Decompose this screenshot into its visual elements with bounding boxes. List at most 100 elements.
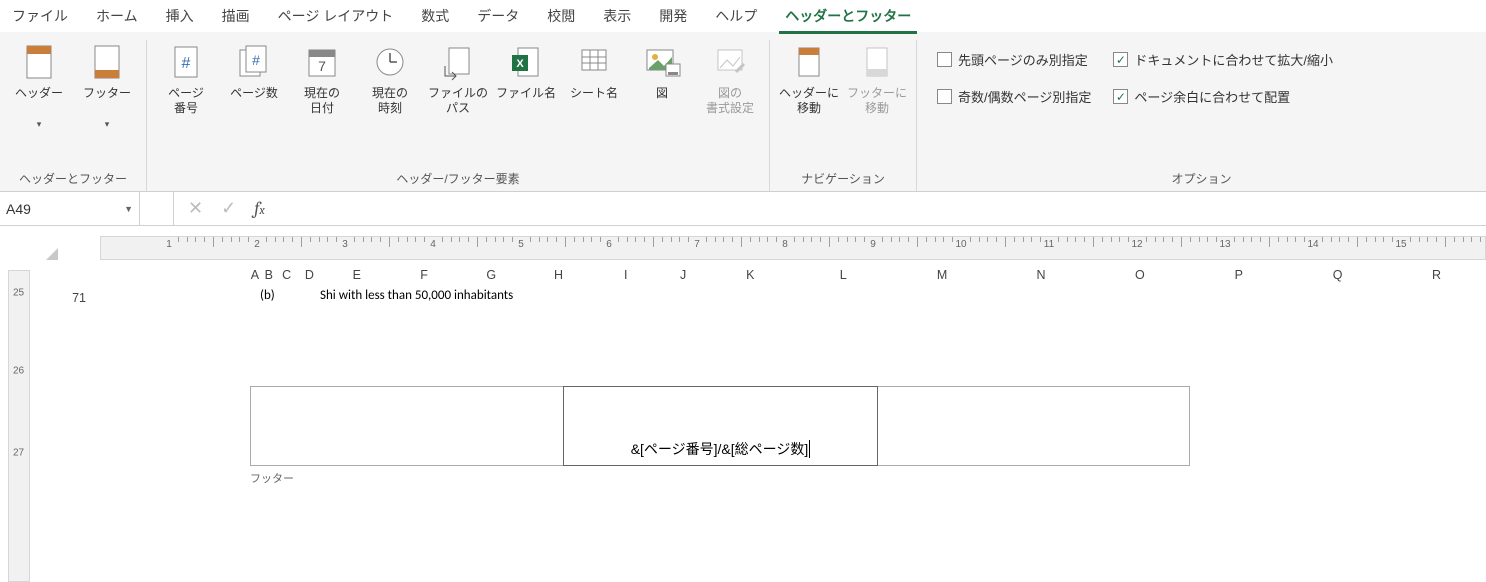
option-scale-with-doc[interactable]: ✓ ドキュメントに合わせて拡大/縮小: [1113, 50, 1333, 69]
select-all-button[interactable]: [34, 236, 58, 260]
tab-header-footer[interactable]: ヘッダーとフッター: [779, 2, 917, 30]
tab-page-layout[interactable]: ページ レイアウト: [272, 2, 400, 30]
column-header[interactable]: H: [525, 268, 592, 282]
footer-left-section[interactable]: [251, 387, 564, 465]
column-header[interactable]: Q: [1288, 268, 1387, 282]
ribbon-group-options: 先頭ページのみ別指定 ✓ ドキュメントに合わせて拡大/縮小 奇数/偶数ページ別指…: [917, 40, 1486, 191]
current-date-button[interactable]: 7 現在の 日付: [291, 40, 353, 118]
goto-header-button[interactable]: ヘッダーに 移動: [778, 40, 840, 118]
column-header[interactable]: F: [390, 268, 457, 282]
header-icon: [19, 42, 59, 82]
format-picture-icon: [710, 42, 750, 82]
svg-text:#: #: [182, 55, 191, 72]
worksheet-area[interactable]: 123456789101112131415 252627 ABCDEFGHIJK…: [0, 226, 1486, 582]
tab-home[interactable]: ホーム: [90, 2, 144, 30]
tab-help[interactable]: ヘルプ: [709, 2, 763, 30]
goto-footer-icon: [857, 42, 897, 82]
tab-developer[interactable]: 開発: [653, 2, 693, 30]
ribbon: ヘッダー ▾ フッター ▾ ヘッダーとフッター # ページ 番号: [0, 32, 1486, 192]
footer-region-label: フッター: [250, 470, 294, 486]
calendar-icon: 7: [302, 42, 342, 82]
svg-text:#: #: [252, 52, 260, 68]
chevron-down-icon: ▼: [124, 204, 133, 214]
tab-draw[interactable]: 描画: [216, 2, 256, 30]
checkbox-icon: [937, 52, 952, 67]
clock-icon: [370, 42, 410, 82]
column-headers[interactable]: ABCDEFGHIJKLMNOPQR: [250, 264, 1486, 286]
horizontal-ruler[interactable]: 123456789101112131415: [100, 236, 1486, 260]
page-number-button[interactable]: # ページ 番号: [155, 40, 217, 118]
data-row: (b) Shi with less than 50,000 inhabitant…: [260, 288, 513, 303]
row-header[interactable]: 71: [38, 288, 92, 308]
column-header[interactable]: A: [250, 268, 260, 282]
checkbox-icon: [937, 89, 952, 104]
accept-formula-icon[interactable]: ✓: [221, 198, 236, 219]
page-number-icon: #: [166, 42, 206, 82]
column-header[interactable]: D: [295, 268, 323, 282]
sheet-icon: [574, 42, 614, 82]
current-time-button[interactable]: 現在の 時刻: [359, 40, 421, 118]
formula-bar-row: A49 ▼ ✕ ✓ fx: [0, 192, 1486, 226]
insert-function-icon[interactable]: fx: [254, 198, 264, 219]
footer-edit-region: &[ページ番号]/&[総ページ数]: [250, 386, 1190, 466]
column-header[interactable]: I: [592, 268, 659, 282]
column-header[interactable]: J: [659, 268, 706, 282]
cancel-formula-icon[interactable]: ✕: [188, 198, 203, 219]
header-dropdown-button[interactable]: ヘッダー ▾: [8, 40, 70, 130]
excel-file-icon: X: [506, 42, 546, 82]
formula-input[interactable]: [279, 192, 1486, 225]
picture-button[interactable]: 図: [631, 40, 693, 118]
column-header[interactable]: M: [893, 268, 992, 282]
text-caret: [809, 440, 810, 458]
ribbon-group-navigation: ヘッダーに 移動 フッターに 移動 ナビゲーション: [770, 40, 917, 191]
group-label-elements: ヘッダー/フッター要素: [155, 164, 761, 187]
vertical-ruler[interactable]: 252627: [8, 270, 30, 582]
checkbox-checked-icon: ✓: [1113, 89, 1128, 104]
column-header[interactable]: G: [458, 268, 525, 282]
tab-insert[interactable]: 挿入: [160, 2, 200, 30]
tab-review[interactable]: 校閲: [541, 2, 581, 30]
tab-file[interactable]: ファイル: [6, 2, 74, 30]
group-label-header-footer: ヘッダーとフッター: [8, 164, 138, 187]
footer-center-text: &[ページ番号]/&[総ページ数]: [631, 439, 809, 459]
cell-b[interactable]: (b): [260, 288, 294, 303]
footer-center-section[interactable]: &[ページ番号]/&[総ページ数]: [563, 386, 877, 466]
checkbox-checked-icon: ✓: [1113, 52, 1128, 67]
tab-view[interactable]: 表示: [597, 2, 637, 30]
file-path-button[interactable]: ファイルの パス: [427, 40, 489, 118]
group-label-navigation: ナビゲーション: [778, 164, 908, 187]
ribbon-group-header-footer: ヘッダー ▾ フッター ▾ ヘッダーとフッター: [0, 40, 147, 191]
column-header[interactable]: K: [707, 268, 794, 282]
column-header[interactable]: E: [323, 268, 390, 282]
option-first-page-different[interactable]: 先頭ページのみ別指定: [937, 50, 1091, 69]
option-odd-even-different[interactable]: 奇数/偶数ページ別指定: [937, 87, 1091, 106]
footer-dropdown-button[interactable]: フッター ▾: [76, 40, 138, 130]
group-label-options: オプション: [925, 164, 1478, 187]
tab-data[interactable]: データ: [471, 2, 525, 30]
svg-text:7: 7: [318, 58, 326, 74]
column-header[interactable]: P: [1189, 268, 1288, 282]
row-headers[interactable]: 71: [38, 288, 92, 308]
column-header[interactable]: N: [992, 268, 1091, 282]
sheet-name-button[interactable]: シート名: [563, 40, 625, 118]
format-picture-button: 図の 書式設定: [699, 40, 761, 118]
column-header[interactable]: C: [278, 268, 296, 282]
column-header[interactable]: O: [1090, 268, 1189, 282]
column-header[interactable]: B: [260, 268, 278, 282]
svg-text:X: X: [516, 58, 524, 70]
option-align-margins[interactable]: ✓ ページ余白に合わせて配置: [1113, 87, 1333, 106]
chevron-down-icon: ▾: [105, 119, 110, 130]
page-count-button[interactable]: # ページ数: [223, 40, 285, 118]
picture-icon: [642, 42, 682, 82]
menu-tabs: ファイル ホーム 挿入 描画 ページ レイアウト 数式 データ 校閲 表示 開発…: [0, 0, 1486, 32]
name-box[interactable]: A49 ▼: [0, 192, 140, 225]
footer-right-section[interactable]: [877, 387, 1189, 465]
file-name-button[interactable]: X ファイル名: [495, 40, 557, 118]
cell-text[interactable]: Shi with less than 50,000 inhabitants: [320, 288, 513, 303]
tab-formulas[interactable]: 数式: [415, 2, 455, 30]
column-header[interactable]: L: [794, 268, 893, 282]
chevron-down-icon: ▾: [37, 119, 42, 130]
file-path-icon: [438, 42, 478, 82]
ribbon-group-elements: # ページ 番号 # ページ数 7 現在の 日付 現在の 時刻: [147, 40, 770, 191]
column-header[interactable]: R: [1387, 268, 1486, 282]
